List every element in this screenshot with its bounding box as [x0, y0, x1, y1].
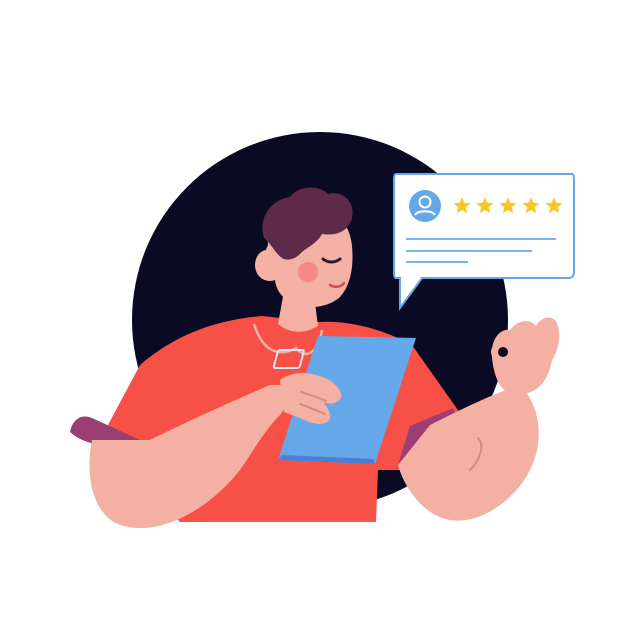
- user-avatar-icon: [409, 190, 441, 222]
- illustration-canvas: [70, 132, 575, 529]
- review-illustration: [0, 0, 640, 640]
- cheek-blush: [298, 262, 318, 282]
- ear: [255, 250, 279, 280]
- ok-ring-hole: [498, 347, 508, 357]
